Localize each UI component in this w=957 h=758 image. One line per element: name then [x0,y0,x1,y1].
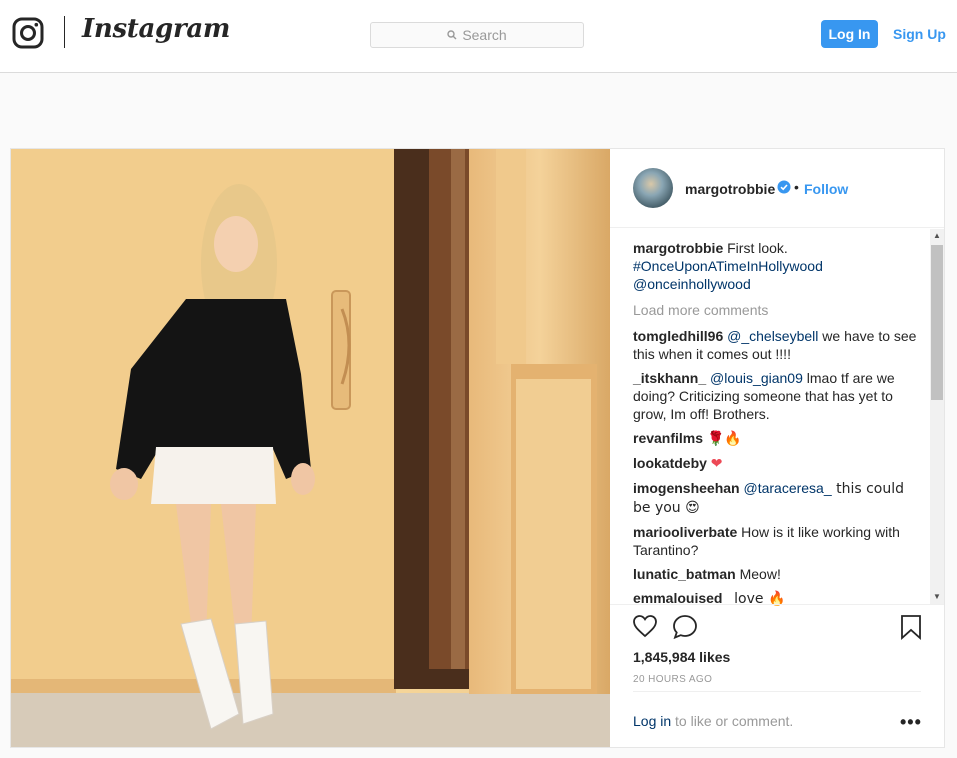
instagram-wordmark[interactable]: Instagram [82,14,230,44]
heart-icon[interactable] [632,614,658,638]
brand-divider [64,16,65,48]
post-sidebar: margotrobbie • Follow margotrobbie First… [610,149,944,747]
comments-list: margotrobbie First look. #OnceUponATimeI… [633,239,923,614]
comment-item: imogensheehan @taraceresa_ this could be… [633,479,923,517]
comment-mention[interactable]: @taraceresa_ [743,480,831,496]
log-in-button[interactable]: Log In [821,20,878,48]
comment-text: Meow! [739,566,781,582]
post-header: margotrobbie • Follow [610,149,944,228]
search-input[interactable]: Search [370,22,584,48]
post-card: margotrobbie • Follow margotrobbie First… [10,148,945,748]
bookmark-icon[interactable] [900,614,922,640]
caption: margotrobbie First look. #OnceUponATimeI… [633,239,923,293]
comment-username[interactable]: imogensheehan [633,480,740,496]
follow-button[interactable]: Follow [804,181,848,197]
login-prompt-suffix: to like or comment. [671,713,794,729]
comment-item: revanfilms 🌹🔥 [633,429,923,448]
log-in-link[interactable]: Log in [633,713,671,729]
login-prompt: Log in to like or comment. [633,713,793,729]
sign-up-link[interactable]: Sign Up [893,26,946,42]
comment-item: lookatdeby ❤ [633,454,923,473]
post-timestamp[interactable]: 20 HOURS AGO [633,674,712,685]
comment-mention[interactable]: @louis_gian09 [710,370,803,386]
comment-item: tomgledhill96 @_chelseybell we have to s… [633,327,923,363]
load-more-comments-button[interactable]: Load more comments [633,301,923,319]
avatar[interactable] [633,168,673,208]
comment-username[interactable]: _itskhann_ [633,370,706,386]
comment-item: _itskhann_ @louis_gian09 lmao tf are we … [633,369,923,423]
post-photo[interactable] [11,149,610,747]
comment-bubble-icon[interactable] [672,614,698,640]
caption-text: First look. [723,240,788,256]
search-icon [447,30,457,40]
top-navigation-bar: Instagram Search Log In Sign Up [0,0,957,73]
actions-divider [610,604,944,606]
caption-mention[interactable]: @onceinhollywood [633,276,751,292]
comment-item: lunatic_batman Meow! [633,565,923,583]
comment-username[interactable]: lookatdeby [633,455,707,471]
post-username[interactable]: margotrobbie [685,181,775,197]
scroll-down-arrow-icon[interactable]: ▼ [930,590,944,604]
instagram-camera-icon[interactable] [12,17,44,49]
comment-username[interactable]: tomgledhill96 [633,328,723,344]
separator-dot: • [794,179,799,195]
footer-divider [633,691,921,692]
comment-username[interactable]: lunatic_batman [633,566,736,582]
post-image [11,149,610,747]
caption-username[interactable]: margotrobbie [633,240,723,256]
comment-item: mariooliverbate How is it like working w… [633,523,923,559]
likes-count[interactable]: 1,845,984 likes [633,649,730,665]
comments-scrollbar[interactable]: ▲ ▼ [930,229,944,604]
search-placeholder: Search [462,27,507,43]
comment-text: ❤ [710,456,723,472]
comment-username[interactable]: revanfilms [633,430,703,446]
comment-username[interactable]: mariooliverbate [633,524,737,540]
comment-mention[interactable]: @_chelseybell [727,328,818,344]
verified-badge-icon [777,180,791,194]
more-options-icon[interactable]: ••• [900,712,922,733]
scroll-thumb[interactable] [931,245,943,400]
scroll-up-arrow-icon[interactable]: ▲ [930,229,944,243]
caption-hashtag[interactable]: #OnceUponATimeInHollywood [633,258,823,274]
comment-text: 🌹🔥 [706,431,742,447]
